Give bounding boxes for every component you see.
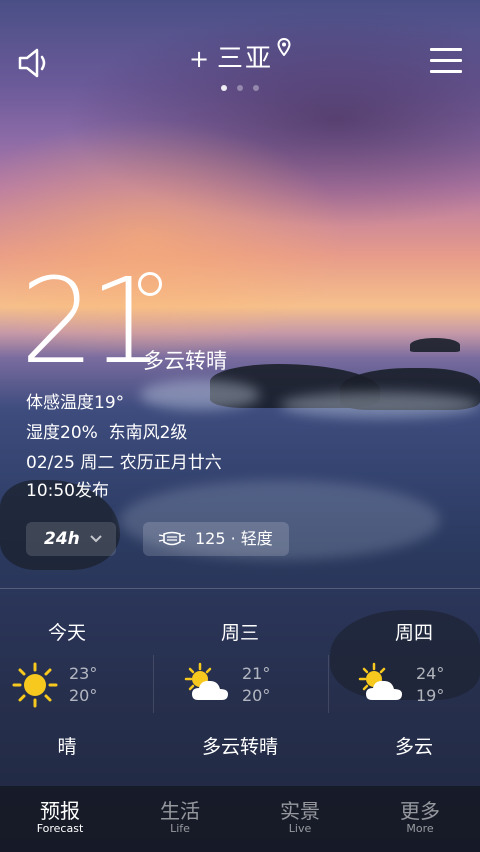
day-name: 今天 xyxy=(47,622,86,644)
hourly-toggle-label: 24h xyxy=(44,529,80,549)
date-line: 02/25 周二 农历正月廿六 xyxy=(26,453,222,473)
day-condition: 晴 xyxy=(57,736,77,758)
tab-life[interactable]: 生活 Life xyxy=(120,800,240,836)
divider xyxy=(328,655,329,713)
day-name: 周三 xyxy=(220,622,259,644)
tab-label: 更多 xyxy=(400,799,440,823)
sun-icon xyxy=(12,662,58,708)
day-condition: 多云 xyxy=(394,736,433,758)
aqi-label: 125 · 轻度 xyxy=(195,529,273,548)
chevron-down-icon xyxy=(89,535,102,543)
add-city-icon[interactable]: + xyxy=(189,45,211,73)
day-condition: 多云转晴 xyxy=(201,736,278,758)
feels-like: 体感温度19° xyxy=(26,393,125,413)
hourly-toggle-button[interactable]: 24h xyxy=(26,522,116,556)
high-temp: 23° xyxy=(69,664,98,683)
page-dot xyxy=(221,85,227,91)
mask-icon xyxy=(158,531,186,546)
location-pin-icon xyxy=(277,38,291,56)
tab-sublabel: Live xyxy=(288,822,312,835)
air-quality-button[interactable]: 125 · 轻度 xyxy=(143,522,289,556)
tab-bar: 预报 Forecast 生活 Life 实景 Live 更多 More xyxy=(0,786,480,852)
tab-label: 实景 xyxy=(280,799,320,823)
page-dot xyxy=(253,85,259,91)
city-name: 三亚 xyxy=(217,44,274,74)
low-temp: 20° xyxy=(69,686,98,705)
tab-more[interactable]: 更多 More xyxy=(360,800,480,836)
low-temp: 19° xyxy=(416,686,445,705)
tab-label: 预报 xyxy=(40,799,80,823)
city-selector[interactable]: + 三亚 xyxy=(0,38,480,75)
tab-label: 生活 xyxy=(160,799,200,823)
page-indicator xyxy=(0,76,480,95)
high-temp: 21° xyxy=(242,664,271,683)
menu-icon[interactable] xyxy=(430,48,462,76)
high-temp: 24° xyxy=(416,664,445,683)
header: + 三亚 xyxy=(0,0,480,91)
tab-forecast[interactable]: 预报 Forecast xyxy=(0,800,120,836)
page-dot xyxy=(237,85,243,91)
day-name: 周四 xyxy=(394,622,433,644)
low-temp: 20° xyxy=(242,686,271,705)
tab-sublabel: Life xyxy=(170,822,190,835)
publish-time: 10:50发布 xyxy=(26,481,109,501)
current-temperature: 21 xyxy=(20,252,164,390)
partly-cloudy-icon xyxy=(358,662,402,700)
partly-cloudy-icon xyxy=(184,662,228,700)
divider xyxy=(153,655,154,713)
current-condition: 多云转晴 xyxy=(143,349,227,373)
divider xyxy=(0,588,480,589)
humidity-wind: 湿度20% 东南风2级 xyxy=(26,423,188,443)
tab-live[interactable]: 实景 Live xyxy=(240,800,360,836)
tab-sublabel: More xyxy=(406,822,434,835)
tab-sublabel: Forecast xyxy=(36,822,84,835)
degree-symbol xyxy=(138,272,162,296)
